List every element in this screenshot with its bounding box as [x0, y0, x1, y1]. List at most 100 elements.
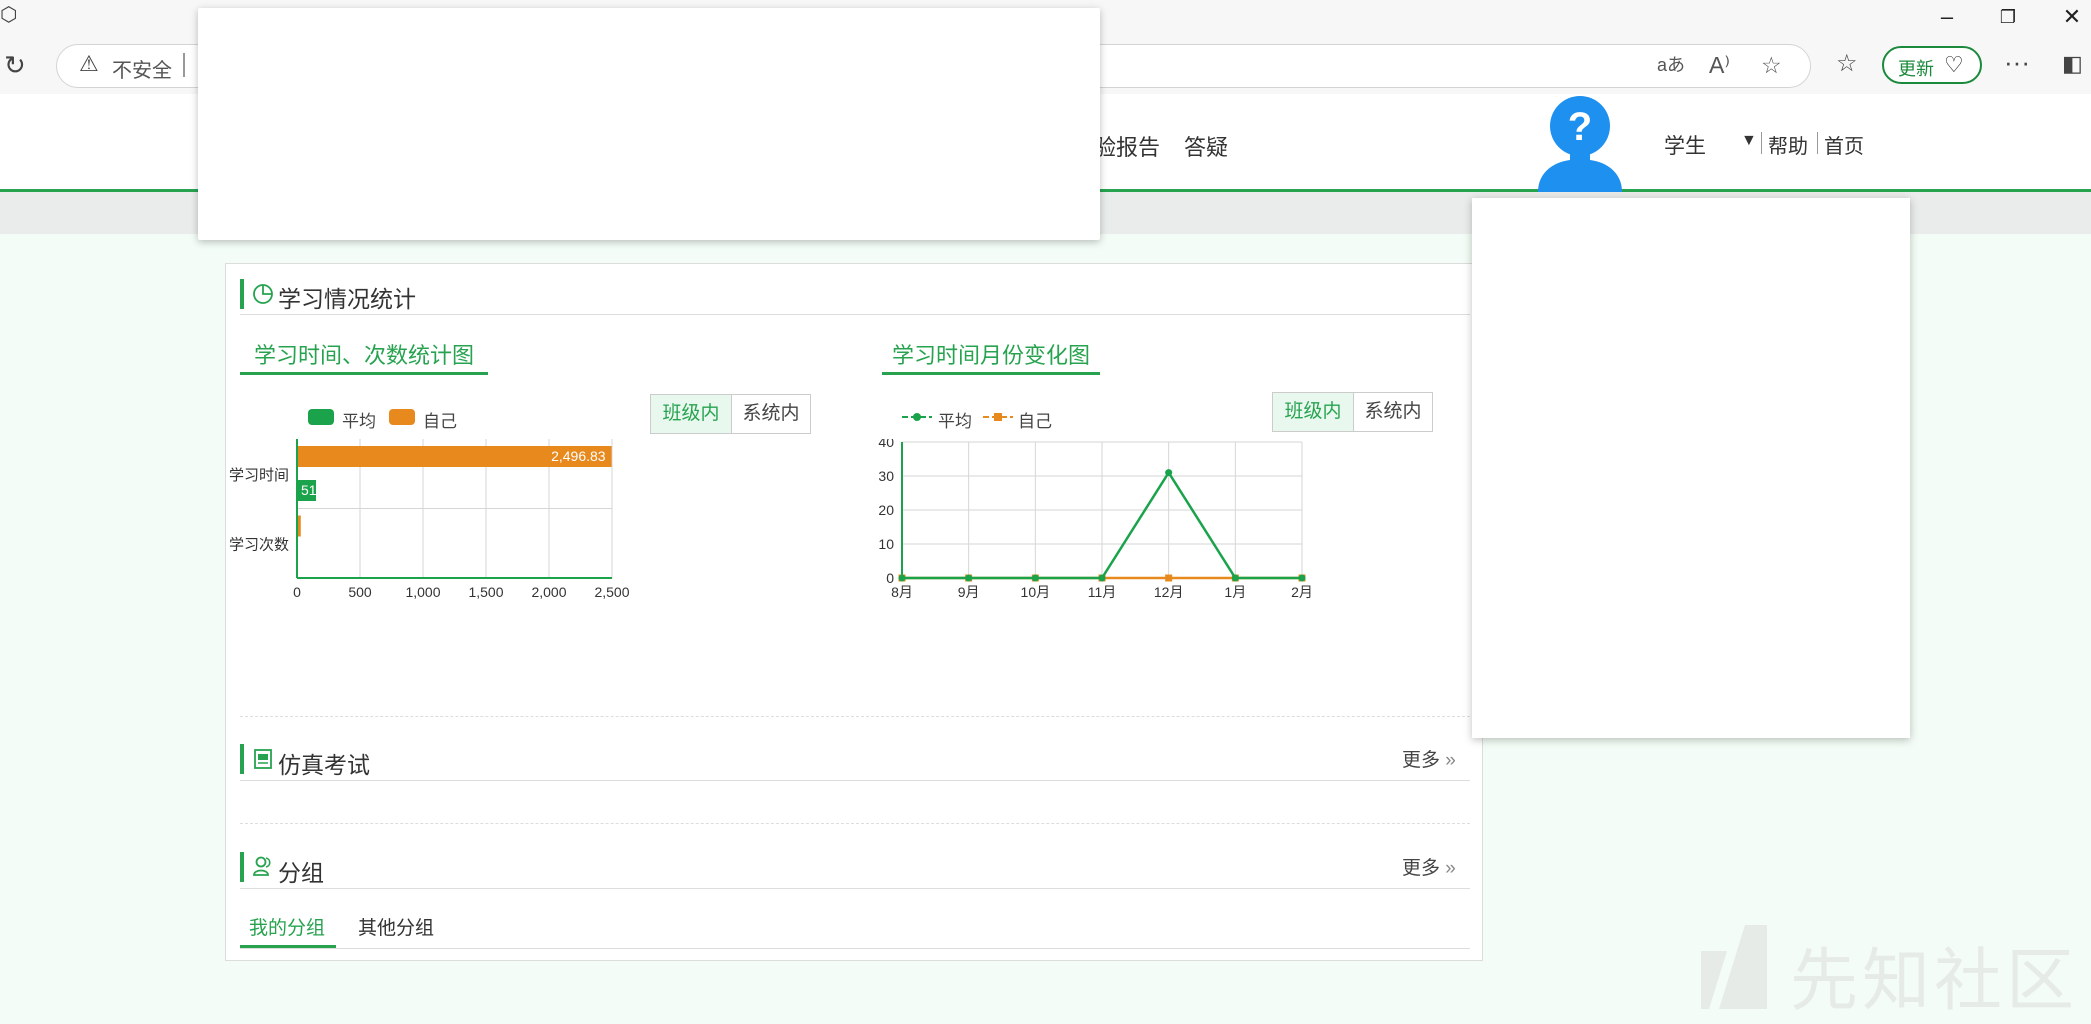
blank-popup-panel — [198, 8, 1100, 240]
x-tick-label: 1,000 — [405, 584, 440, 599]
divider — [240, 888, 1470, 889]
y-category-label: 学习时间 — [229, 467, 289, 484]
bar-chart: 0 500 1,000 1,500 2,000 2,500 学习时间 2,496.83 51 学习… — [229, 439, 630, 599]
divider — [240, 314, 1470, 315]
bar-chart-title-underline — [240, 372, 488, 375]
svg-text:?: ? — [1568, 105, 1592, 149]
restore-icon[interactable]: ❐ — [1988, 4, 2028, 30]
group-more-link[interactable]: 更多 » — [1402, 853, 1456, 880]
x-tick-label: 11月 — [1088, 584, 1117, 599]
watermark-logo — [1701, 925, 1767, 1009]
section-marker — [240, 744, 244, 774]
user-avatar-icon[interactable]: ? — [1532, 94, 1628, 192]
favorite-star-icon[interactable]: ☆ — [1761, 49, 1782, 81]
double-chevron-right-icon: » — [1445, 750, 1456, 771]
update-label: 更新 — [1898, 59, 1934, 79]
x-tick-label: 500 — [348, 584, 372, 599]
refresh-icon[interactable]: ↻ — [4, 50, 26, 80]
line-chart-title: 学习时间月份变化图 — [892, 343, 1091, 368]
warning-icon[interactable]: ⚠ — [79, 51, 99, 77]
x-tick-label: 2月 — [1291, 584, 1313, 599]
caret-down-icon[interactable]: ▼ — [1741, 132, 1757, 150]
data-point-avg — [1031, 574, 1039, 582]
data-point-avg — [1098, 574, 1106, 582]
bar-chart-scope-toggle: 班级内 系统内 — [650, 394, 811, 434]
sidebar-toggle-icon[interactable]: ◧ — [2062, 49, 2083, 79]
tab-my-groups[interactable]: 我的分组 — [249, 913, 325, 940]
data-point-avg — [1165, 469, 1173, 477]
toggle-system[interactable]: 系统内 — [731, 395, 810, 433]
nav-qa[interactable]: 答疑 — [1184, 130, 1228, 162]
stats-title: 学习情况统计 — [278, 286, 416, 312]
role-label[interactable]: 学生 — [1664, 130, 1706, 160]
dashed-divider — [240, 716, 1470, 717]
x-tick-label: 1月 — [1224, 584, 1246, 599]
legend-self-line-icon[interactable] — [983, 410, 1013, 424]
section-marker — [240, 279, 244, 309]
home-link[interactable]: 首页 — [1824, 130, 1864, 159]
workspaces-icon[interactable]: ⬡ — [0, 0, 17, 30]
tab-other-groups[interactable]: 其他分组 — [358, 913, 434, 940]
data-point-avg — [1298, 574, 1306, 582]
legend-self-label[interactable]: 自己 — [423, 407, 457, 432]
y-tick-label: 10 — [878, 536, 894, 552]
group-title: 分组 — [278, 860, 324, 886]
translate-icon[interactable]: aあ — [1657, 49, 1685, 81]
data-point-avg — [1231, 574, 1239, 582]
x-tick-label: 8月 — [891, 584, 913, 599]
legend-avg-label[interactable]: 平均 — [342, 407, 376, 432]
x-tick-label: 1,500 — [468, 584, 503, 599]
exam-more-link[interactable]: 更多 » — [1402, 745, 1456, 772]
legend-self-swatch[interactable] — [389, 409, 415, 425]
bar-value-label: 51 — [301, 482, 317, 498]
y-tick-label: 30 — [878, 468, 894, 484]
separator — [1761, 132, 1762, 154]
help-link[interactable]: 帮助 — [1768, 130, 1808, 159]
nav-report[interactable]: 验报告 — [1094, 130, 1160, 162]
double-chevron-right-icon: » — [1445, 858, 1456, 879]
section-marker — [240, 852, 244, 882]
x-tick-label: 12月 — [1154, 584, 1184, 599]
legend-avg-swatch[interactable] — [308, 409, 334, 425]
dashed-divider — [240, 823, 1470, 824]
pie-chart-icon — [253, 284, 273, 304]
y-tick-label: 40 — [878, 439, 894, 450]
y-category-label: 学习次数 — [229, 536, 289, 553]
read-aloud-icon[interactable]: A⁾ — [1709, 49, 1730, 81]
toggle-class[interactable]: 班级内 — [1273, 393, 1353, 431]
x-tick-label: 0 — [293, 584, 301, 599]
legend-avg-line-icon[interactable] — [902, 410, 932, 424]
line-chart-scope-toggle: 班级内 系统内 — [1272, 392, 1433, 432]
update-button[interactable]: 更新 ♡ — [1882, 46, 1982, 84]
separator — [1817, 132, 1818, 154]
data-point-avg — [965, 574, 973, 582]
insecure-label[interactable]: 不安全 — [112, 54, 172, 83]
more-options-icon[interactable]: ··· — [2004, 47, 2030, 77]
bar-chart-title: 学习时间、次数统计图 — [254, 343, 475, 368]
legend-self-label[interactable]: 自己 — [1018, 407, 1052, 432]
toggle-system[interactable]: 系统内 — [1353, 393, 1432, 431]
close-icon[interactable]: ✕ — [2052, 4, 2091, 30]
x-tick-label: 9月 — [958, 584, 980, 599]
group-users-icon — [253, 856, 271, 876]
favorites-icon[interactable]: ☆ — [1836, 49, 1858, 79]
minimize-icon[interactable]: – — [1927, 4, 1967, 30]
more-label: 更多 — [1402, 750, 1441, 771]
omnibox-separator — [183, 53, 185, 77]
line-chart: 0102030408月 9月 10月 11月 12月 1月 2月 — [878, 439, 1313, 599]
bar-value-label: 2,496.83 — [551, 448, 606, 464]
toggle-class[interactable]: 班级内 — [651, 395, 731, 433]
x-tick-label: 2,500 — [594, 584, 629, 599]
divider — [240, 948, 1470, 949]
data-point-self — [1165, 574, 1173, 582]
watermark-text: 先知社区 — [1790, 943, 2079, 1019]
exam-paper-icon — [254, 749, 272, 769]
user-dropdown-panel — [1472, 198, 1910, 738]
divider — [240, 780, 1470, 781]
x-tick-label: 2,000 — [531, 584, 566, 599]
x-tick-label: 10月 — [1021, 584, 1051, 599]
data-point-avg — [898, 574, 906, 582]
legend-avg-label[interactable]: 平均 — [938, 407, 972, 432]
line-chart-title-underline — [882, 372, 1100, 375]
exam-title: 仿真考试 — [278, 752, 370, 778]
